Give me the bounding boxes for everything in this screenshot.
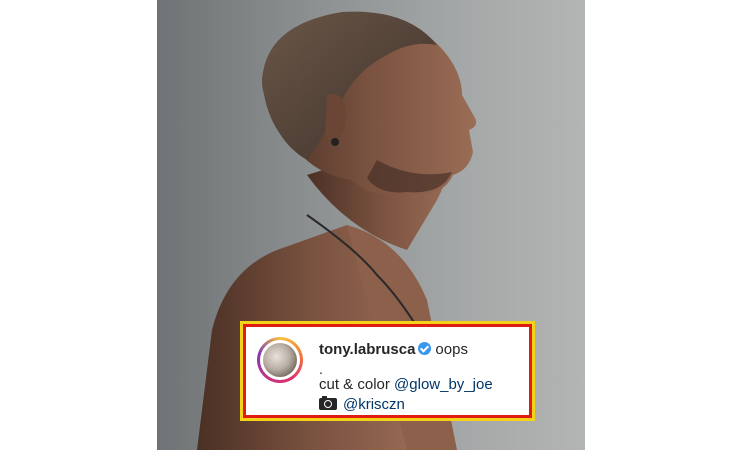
verified-badge-icon — [418, 342, 432, 355]
avatar-story-ring[interactable] — [257, 337, 303, 383]
caption-header: tony.labrusca oops — [319, 341, 468, 358]
mention-link-glow-by-joe[interactable]: @glow_by_joe — [394, 376, 493, 393]
camera-icon — [319, 396, 337, 410]
mention-link-krisczn[interactable]: @krisczn — [343, 396, 405, 413]
photo-credit-line: @krisczn — [319, 396, 405, 413]
caption-highlight-box: tony.labrusca oops . cut & color @glow_by… — [240, 321, 535, 421]
avatar — [263, 343, 297, 377]
caption-dot: . — [319, 361, 323, 377]
credit-text: cut & color — [319, 376, 390, 393]
credit-line: cut & color @glow_by_joe — [319, 376, 493, 393]
caption-text: oops — [435, 341, 468, 358]
username-link[interactable]: tony.labrusca — [319, 341, 415, 358]
